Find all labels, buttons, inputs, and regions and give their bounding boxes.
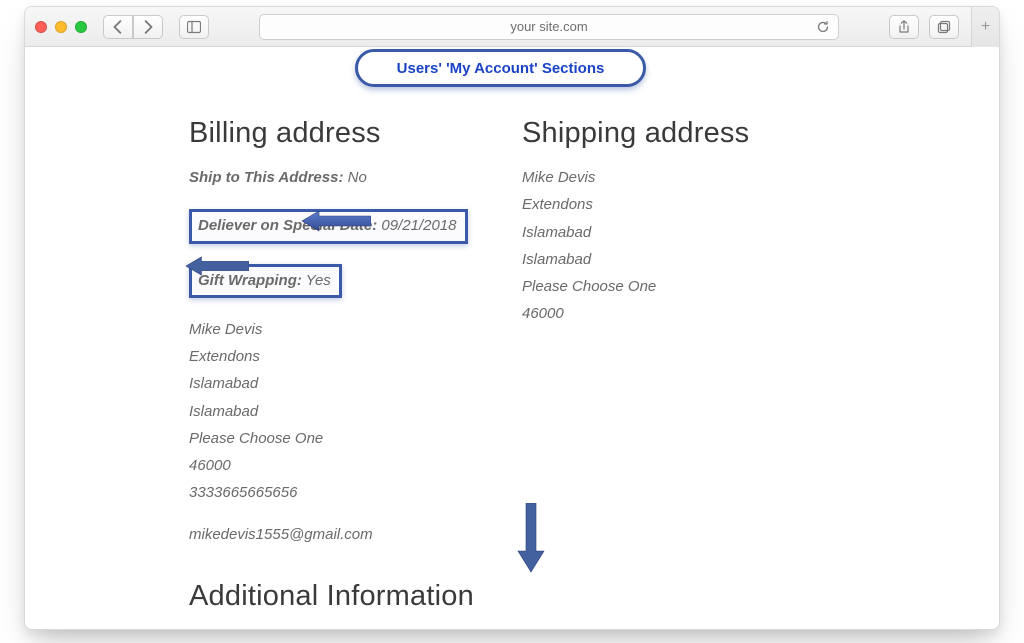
annotation-pill-label: Users' 'My Account' Sections [397,60,605,77]
billing-column: Billing address Ship to This Address: No… [189,117,502,550]
tabs-icon [937,20,951,34]
ship-to-line: Ship to This Address: No [189,166,502,189]
billing-email: mikedevis1555@gmail.com [189,523,502,546]
new-tab-button[interactable]: + [971,7,999,47]
address-text: your site.com [510,19,587,34]
titlebar: your site.com + [25,7,999,47]
additional-section: Additional Information Any Specific Orde… [189,580,835,630]
deliver-date-value: 09/21/2018 [381,217,456,234]
share-icon [897,20,911,34]
billing-city-1: Islamabad [189,372,502,395]
reload-button[interactable] [816,20,830,34]
shipping-choice: Please Choose One [522,275,835,298]
billing-zip: 46000 [189,454,502,477]
shipping-company: Extendons [522,193,835,216]
browser-window: your site.com + Users' 'My Account' Sect… [24,6,1000,630]
right-toolbar [889,15,959,39]
shipping-name: Mike Devis [522,166,835,189]
window-controls [35,21,87,33]
billing-company: Extendons [189,345,502,368]
page-content: Users' 'My Account' Sections Billing add… [25,47,999,629]
minimize-window-button[interactable] [55,21,67,33]
shipping-column: Shipping address Mike Devis Extendons Is… [522,117,835,550]
address-bar[interactable]: your site.com [259,14,839,40]
annotation-arrow-gift [185,255,249,277]
sidebar-icon [187,20,201,34]
annotation-arrow-requirements [517,503,545,573]
billing-phone: 3333665665656 [189,481,502,504]
arrow-left-icon [301,210,371,232]
chevron-left-icon [111,20,125,34]
sidebar-button[interactable] [179,15,209,39]
forward-button[interactable] [133,15,163,39]
ship-to-label: Ship to This Address: [189,169,343,186]
billing-name: Mike Devis [189,318,502,341]
billing-city-2: Islamabad [189,400,502,423]
zoom-window-button[interactable] [75,21,87,33]
shipping-heading: Shipping address [522,117,835,150]
close-window-button[interactable] [35,21,47,33]
gift-wrap-value: Yes [306,272,331,289]
shipping-zip: 46000 [522,302,835,325]
arrow-down-icon [517,503,545,573]
nav-buttons [103,15,163,39]
additional-heading: Additional Information [189,580,835,613]
billing-choice: Please Choose One [189,427,502,450]
annotation-arrow-deliver [301,210,371,232]
ship-to-value: No [348,169,367,186]
arrow-left-icon [185,255,249,277]
reload-icon [816,20,830,34]
share-button[interactable] [889,15,919,39]
shipping-city-2: Islamabad [522,248,835,271]
tabs-button[interactable] [929,15,959,39]
annotation-pill: Users' 'My Account' Sections [355,49,646,87]
chevron-right-icon [141,20,155,34]
shipping-city-1: Islamabad [522,221,835,244]
back-button[interactable] [103,15,133,39]
billing-heading: Billing address [189,117,502,150]
